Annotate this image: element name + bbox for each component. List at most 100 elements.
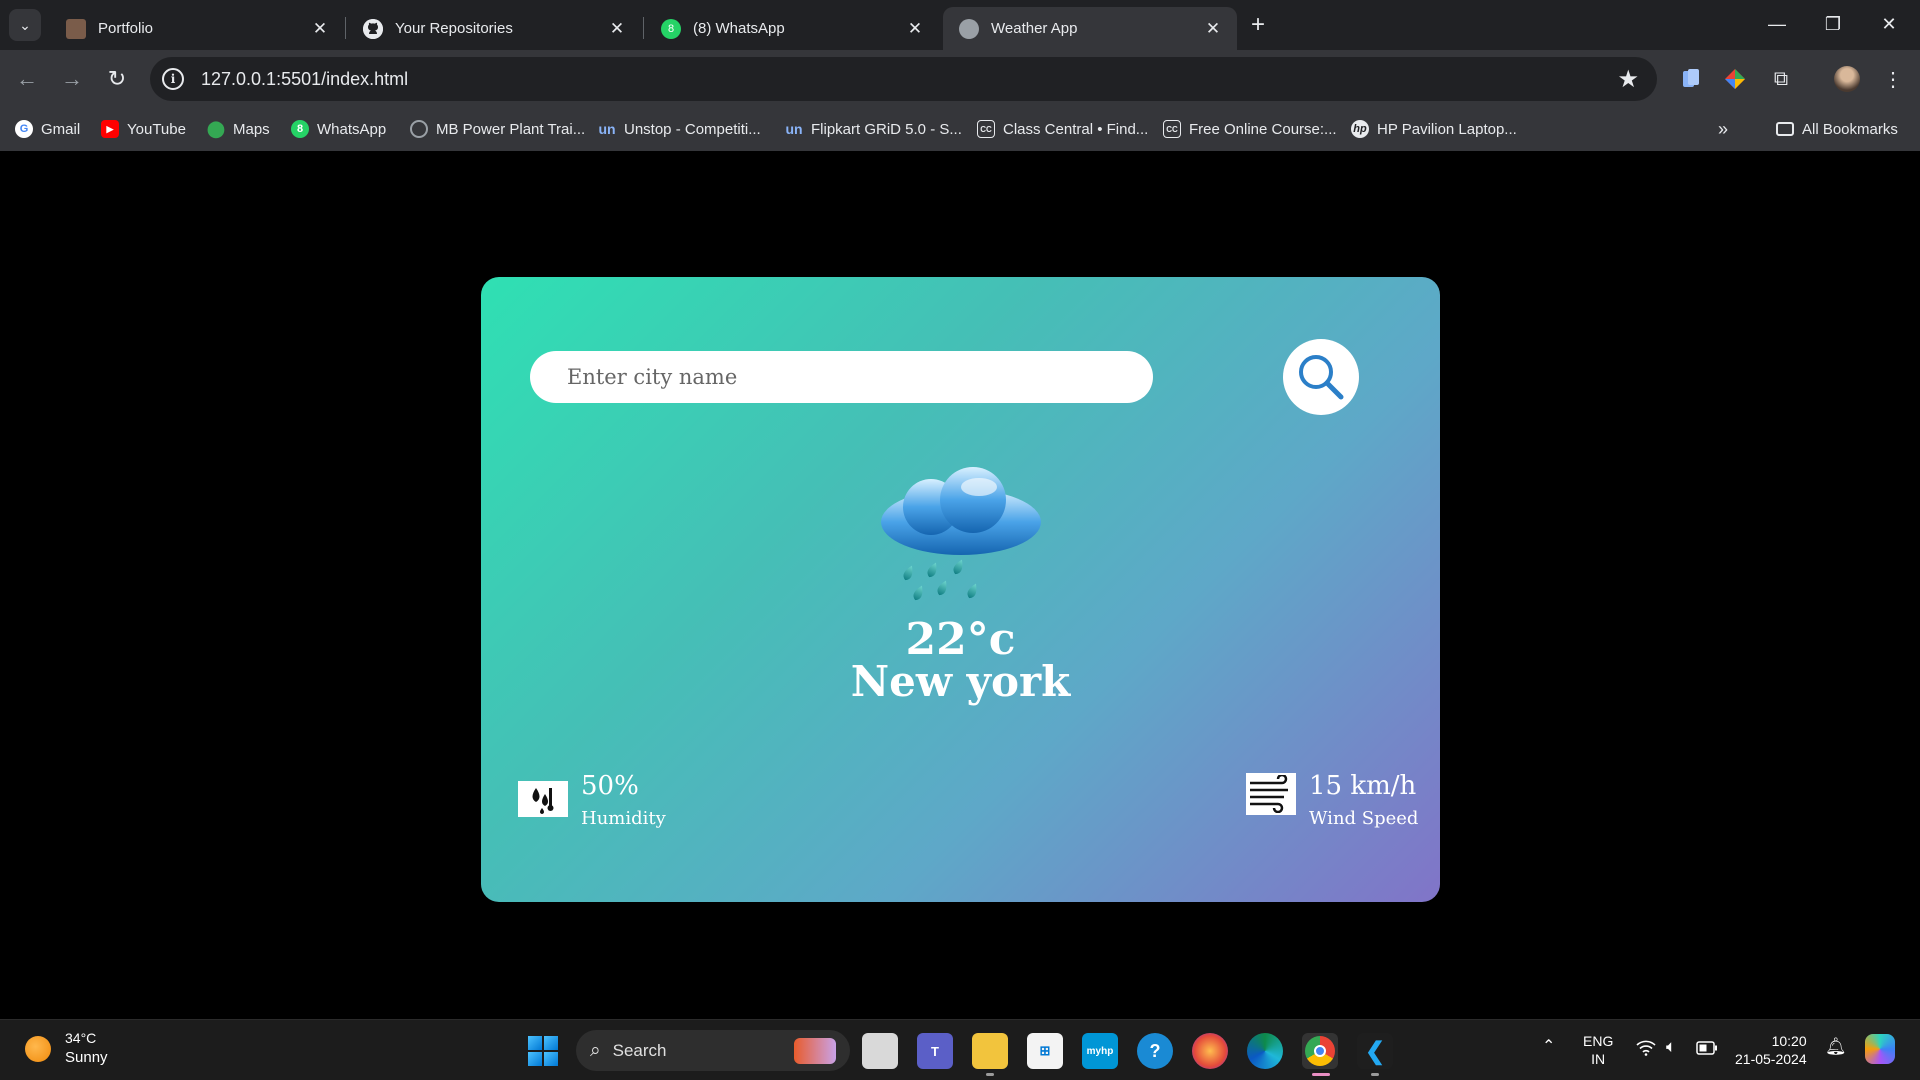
tab-portfolio[interactable]: Portfolio ✕: [50, 7, 344, 50]
bookmark-label: Unstop - Competiti...: [624, 120, 761, 138]
start-button[interactable]: [528, 1036, 558, 1066]
language-indicator[interactable]: ENG IN: [1583, 1032, 1613, 1068]
bookmark-gmail[interactable]: G Gmail: [15, 116, 80, 142]
weather-temp: 34°C: [65, 1030, 97, 1046]
tab-title: Your Repositories: [395, 20, 513, 37]
close-window-button[interactable]: ✕: [1866, 8, 1912, 40]
reload-button[interactable]: ↻: [100, 62, 134, 96]
new-tab-button[interactable]: +: [1243, 10, 1273, 40]
sun-icon: [25, 1035, 51, 1062]
firefox-icon[interactable]: [1192, 1033, 1228, 1069]
all-bookmarks-label: All Bookmarks: [1802, 120, 1898, 138]
browser-toolbar: ← → ↻ i 127.0.0.1:5501/index.html ★ ⧉ ⋮: [0, 50, 1920, 108]
file-explorer-icon[interactable]: [972, 1033, 1008, 1069]
github-icon: [363, 18, 383, 39]
get-help-icon[interactable]: ?: [1137, 1033, 1173, 1069]
bookmarks-bar: G Gmail ▶ YouTube ⬤ Maps 8 WhatsApp MB P…: [0, 108, 1920, 151]
taskbar-search[interactable]: ⌕ Search: [576, 1030, 850, 1071]
myhp-icon[interactable]: myhp: [1082, 1033, 1118, 1069]
edge-icon[interactable]: [1247, 1033, 1283, 1069]
bookmark-unstop[interactable]: un Unstop - Competiti...: [598, 116, 761, 142]
humidity-section: 50% Humidity: [518, 769, 666, 832]
bookmark-flipkart-grid[interactable]: un Flipkart GRiD 5.0 - S...: [785, 116, 962, 142]
running-indicator: [986, 1073, 994, 1076]
weather-desc: Sunny: [65, 1049, 108, 1066]
tab-title: (8) WhatsApp: [693, 20, 785, 37]
volume-icon[interactable]: 🔈︎: [1666, 1038, 1676, 1056]
bookmark-maps[interactable]: ⬤ Maps: [207, 116, 270, 142]
search-icon: ⌕: [590, 1039, 601, 1061]
tab-title: Weather App: [991, 20, 1078, 37]
bookmark-star-icon[interactable]: ★: [1617, 65, 1639, 94]
microsoft-store-icon[interactable]: ⊞: [1027, 1033, 1063, 1069]
bookmark-hp-pavilion[interactable]: hp HP Pavilion Laptop...: [1351, 116, 1517, 142]
battery-icon[interactable]: [1696, 1041, 1718, 1059]
bookmark-label: YouTube: [127, 120, 186, 138]
region-code: IN: [1591, 1051, 1606, 1067]
bookmark-label: Gmail: [41, 120, 81, 138]
tab-whatsapp[interactable]: 8 (8) WhatsApp ✕: [645, 7, 939, 50]
teams-icon[interactable]: T: [917, 1033, 953, 1069]
color-extension-icon[interactable]: [1720, 64, 1750, 94]
bookmark-label: Flipkart GRiD 5.0 - S...: [811, 120, 962, 138]
windows-taskbar: 34°C Sunny ⌕ Search T ⊞ myhp ? ❮ ⌃ ENG I…: [0, 1019, 1920, 1080]
bookmark-label: WhatsApp: [317, 120, 387, 138]
all-bookmarks-button[interactable]: All Bookmarks: [1776, 116, 1898, 142]
show-hidden-icons-chevron-icon[interactable]: ⌃: [1542, 1038, 1555, 1056]
restore-button[interactable]: ❐: [1810, 8, 1856, 40]
close-icon[interactable]: ✕: [607, 19, 627, 39]
active-indicator: [1312, 1073, 1330, 1076]
taskbar-search-label: Search: [612, 1040, 667, 1060]
city-search-input[interactable]: [530, 351, 1153, 403]
tab-divider: [643, 17, 644, 39]
running-indicator: [1371, 1073, 1379, 1076]
forward-button[interactable]: →: [55, 62, 89, 96]
bookmark-youtube[interactable]: ▶ YouTube: [101, 116, 186, 142]
clock-date: 21-05-2024: [1735, 1051, 1807, 1067]
chrome-icon[interactable]: [1302, 1033, 1338, 1069]
reading-list-icon[interactable]: [1676, 64, 1706, 94]
tab-title: Portfolio: [98, 20, 154, 37]
bookmark-free-online-course[interactable]: CC Free Online Course:...: [1163, 116, 1337, 142]
city-name: New york: [850, 657, 1071, 706]
clock[interactable]: 10:20 21-05-2024: [1735, 1032, 1807, 1068]
bookmark-whatsapp[interactable]: 8 WhatsApp: [291, 116, 386, 142]
clock-time: 10:20: [1771, 1033, 1807, 1049]
humidity-icon: [518, 781, 568, 817]
tab-weather-app[interactable]: Weather App ✕: [943, 7, 1237, 50]
humidity-value: 50%: [581, 771, 639, 801]
notification-bell-icon[interactable]: 🔔︎: [1825, 1038, 1847, 1056]
classcentral-icon: CC: [1163, 120, 1181, 138]
humidity-label: Humidity: [581, 808, 666, 829]
bookmark-mb-power-plant[interactable]: MB Power Plant Trai...: [410, 116, 585, 142]
bookmark-class-central[interactable]: CC Class Central • Find...: [977, 116, 1148, 142]
task-view-icon[interactable]: [862, 1033, 898, 1069]
close-icon[interactable]: ✕: [310, 19, 330, 39]
menu-kebab-icon[interactable]: ⋮: [1878, 64, 1908, 94]
url-text[interactable]: 127.0.0.1:5501/index.html: [201, 69, 408, 90]
bookmark-label: MB Power Plant Trai...: [436, 120, 586, 138]
minimize-button[interactable]: —: [1754, 8, 1800, 40]
tab-your-repositories[interactable]: Your Repositories ✕: [347, 7, 641, 50]
rain-cloud-icon: [881, 467, 1041, 601]
profile-avatar[interactable]: [1832, 64, 1862, 94]
search-button[interactable]: [1283, 339, 1359, 415]
bookmark-label: HP Pavilion Laptop...: [1377, 120, 1517, 138]
more-bookmarks-chevron-icon[interactable]: »: [1718, 116, 1728, 142]
close-icon[interactable]: ✕: [1203, 19, 1223, 39]
copilot-icon[interactable]: [1865, 1034, 1895, 1064]
search-icon: [1299, 355, 1344, 400]
extensions-icon[interactable]: ⧉: [1766, 64, 1796, 94]
vscode-icon[interactable]: ❮: [1357, 1033, 1393, 1069]
tab-search-button[interactable]: ⌄: [9, 9, 41, 41]
wind-section: 15 km/h Wind Speed: [1246, 769, 1418, 832]
site-info-icon[interactable]: i: [162, 68, 184, 90]
unstop-icon: un: [598, 121, 616, 137]
taskbar-weather-widget[interactable]: 34°C Sunny: [25, 1029, 108, 1068]
wifi-icon[interactable]: [1636, 1040, 1656, 1060]
whatsapp-icon: 8: [291, 120, 309, 138]
address-bar[interactable]: i 127.0.0.1:5501/index.html ★: [150, 57, 1657, 101]
back-button[interactable]: ←: [10, 62, 44, 96]
portfolio-favicon: [66, 18, 86, 39]
close-icon[interactable]: ✕: [905, 19, 925, 39]
